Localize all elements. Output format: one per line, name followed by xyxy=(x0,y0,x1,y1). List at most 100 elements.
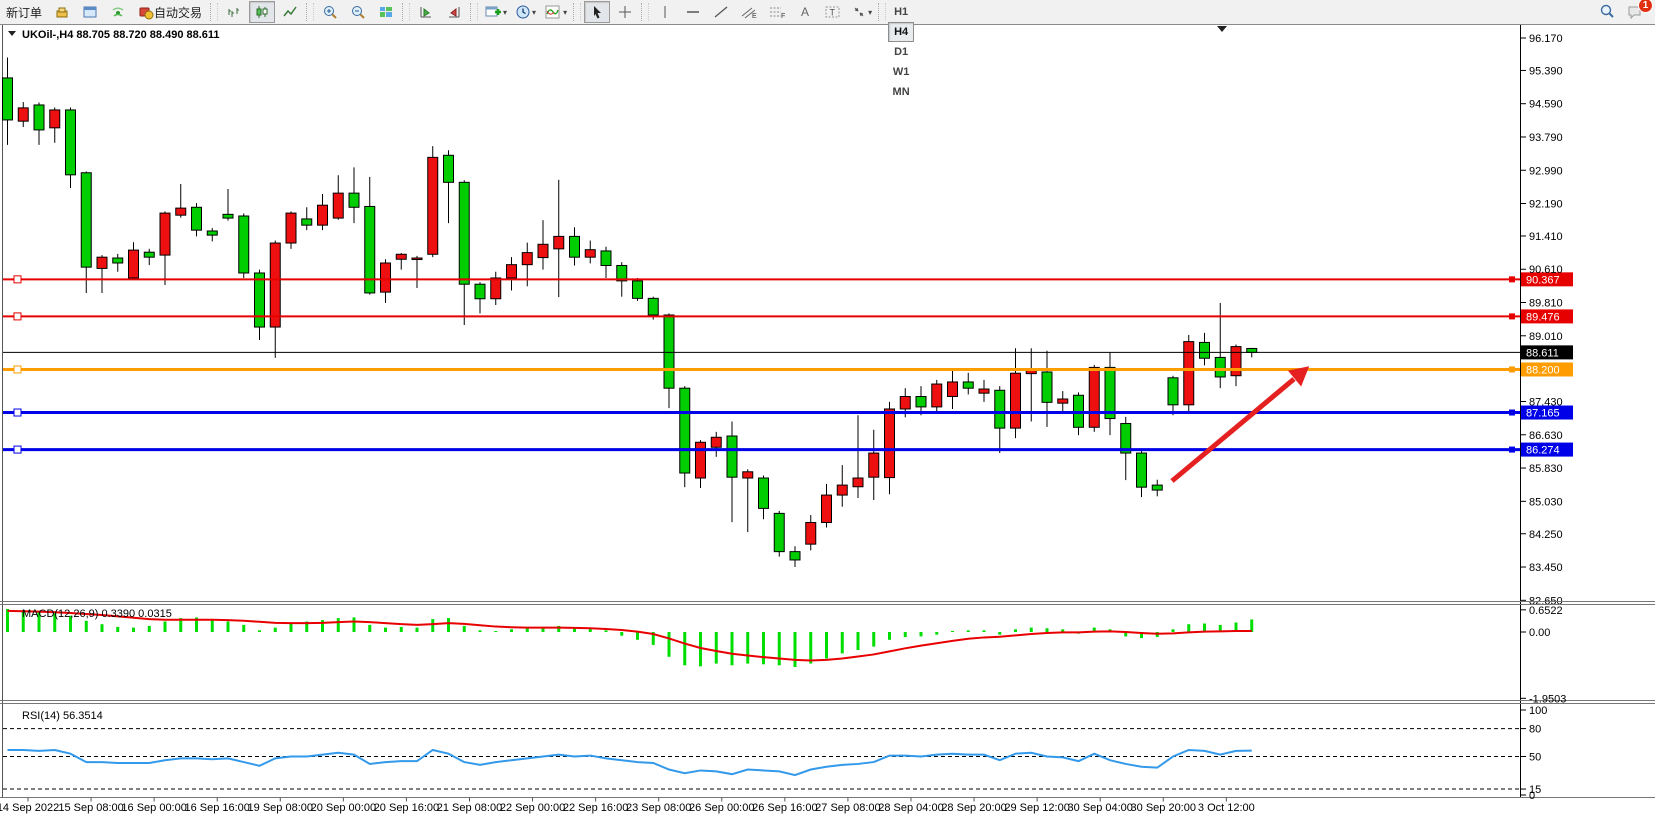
timeframe-h4[interactable]: H4 xyxy=(888,22,914,42)
candle-75 xyxy=(1184,342,1194,405)
macd-label: MACD(12,26,9) 0.3390 0.0315 xyxy=(22,608,172,620)
y-tick-label: 89.010 xyxy=(1529,331,1563,343)
candle-25 xyxy=(396,254,406,259)
price-tag-label: 88.611 xyxy=(1526,347,1559,359)
candle-33 xyxy=(522,253,532,265)
svg-text:A: A xyxy=(801,5,809,19)
candle-69 xyxy=(1089,367,1099,427)
rsi-tick-label: 100 xyxy=(1529,705,1547,717)
timeframe-group: M1M5M15M30H1H4D1W1MN xyxy=(888,0,914,102)
x-tick-label: 19 Sep 08:00 xyxy=(248,802,313,814)
chat-icon[interactable]: 1 xyxy=(1622,1,1648,23)
x-tick-label: 27 Sep 08:00 xyxy=(815,802,880,814)
notification-badge[interactable]: 1 xyxy=(1638,0,1653,13)
market-watch-icon[interactable] xyxy=(49,1,75,23)
toolbar-separator xyxy=(641,3,649,21)
candle-2 xyxy=(34,105,44,130)
line-handle[interactable] xyxy=(14,446,21,453)
candle-78 xyxy=(1231,347,1241,376)
crosshair-icon[interactable] xyxy=(612,1,638,23)
fibonacci-icon[interactable]: F xyxy=(764,1,790,23)
text-icon[interactable]: A xyxy=(792,1,818,23)
x-tick-label: 22 Sep 16:00 xyxy=(563,802,628,814)
candle-41 xyxy=(648,298,658,315)
line-handle[interactable] xyxy=(14,313,21,320)
chart-shift-icon[interactable] xyxy=(413,1,439,23)
rsi-label: RSI(14) 56.3514 xyxy=(22,710,103,722)
line-chart-type-icon[interactable] xyxy=(277,1,303,23)
timeframe-d1[interactable]: D1 xyxy=(888,42,914,62)
y-tick-label: 93.790 xyxy=(1529,132,1563,144)
candle-72 xyxy=(1137,453,1147,487)
horizontal-line-icon[interactable] xyxy=(680,1,706,23)
x-tick-label: 15 Sep 08:00 xyxy=(58,802,123,814)
candle-52 xyxy=(822,495,832,522)
signal-icon[interactable] xyxy=(105,1,131,23)
chart-autoscroll-icon[interactable] xyxy=(441,1,467,23)
candle-27 xyxy=(428,157,438,254)
vertical-line-icon[interactable] xyxy=(652,1,678,23)
y-tick-label: 85.830 xyxy=(1529,463,1563,475)
timeframe-mn[interactable]: MN xyxy=(888,82,914,102)
search-icon[interactable] xyxy=(1594,1,1620,23)
toolbar-separator xyxy=(210,3,218,21)
tile-windows-icon[interactable] xyxy=(373,1,399,23)
timeframe-w1[interactable]: W1 xyxy=(888,62,914,82)
line-end-marker xyxy=(1509,366,1515,372)
line-end-marker xyxy=(1509,313,1515,319)
candle-56 xyxy=(885,409,895,478)
candle-7 xyxy=(113,258,123,263)
candle-chart-type-icon[interactable] xyxy=(249,1,275,23)
candle-18 xyxy=(286,213,296,243)
candle-26 xyxy=(412,258,422,260)
line-handle[interactable] xyxy=(14,276,21,283)
period-clock-icon[interactable]: ▾ xyxy=(512,1,539,23)
candle-24 xyxy=(381,263,391,292)
candle-20 xyxy=(318,205,328,225)
auto-trading-label: 自动交易 xyxy=(154,4,202,21)
price-tag-label: 87.165 xyxy=(1526,408,1560,420)
terminal-window-icon[interactable] xyxy=(77,1,103,23)
candle-59 xyxy=(932,384,942,407)
candle-19 xyxy=(302,219,312,225)
chart-canvas[interactable]: 90.36789.47688.61188.20087.16586.27496.1… xyxy=(0,0,1655,825)
new-order-button[interactable]: 新订单 xyxy=(1,1,47,23)
line-handle[interactable] xyxy=(14,366,21,373)
chevron-down-icon: ▾ xyxy=(868,8,872,17)
main-toolbar: 新订单 自动交易 xyxy=(0,0,1655,25)
indicator-list-icon[interactable]: ▾ xyxy=(541,1,570,23)
timeframe-h1[interactable]: H1 xyxy=(888,2,914,22)
candle-28 xyxy=(444,155,454,182)
zoom-out-icon[interactable] xyxy=(345,1,371,23)
candle-57 xyxy=(900,397,910,409)
arrow-objects-icon[interactable]: ▾ xyxy=(848,1,875,23)
x-tick-label: 16 Sep 00:00 xyxy=(121,802,186,814)
text-label-icon[interactable]: T xyxy=(820,1,846,23)
trendline-icon[interactable] xyxy=(708,1,734,23)
candle-1 xyxy=(18,108,28,121)
zoom-in-icon[interactable] xyxy=(317,1,343,23)
candle-9 xyxy=(144,252,154,257)
x-tick-label: 3 Oct 12:00 xyxy=(1198,802,1255,814)
candle-58 xyxy=(916,397,926,407)
auto-trading-button[interactable]: 自动交易 xyxy=(133,1,207,23)
y-tick-label: 84.250 xyxy=(1529,529,1563,541)
y-tick-label: 91.410 xyxy=(1529,231,1563,243)
new-chart-icon[interactable]: ▾ xyxy=(481,1,510,23)
chevron-down-icon: ▾ xyxy=(503,8,507,17)
line-handle[interactable] xyxy=(14,409,21,416)
equidistant-channel-icon[interactable]: E xyxy=(736,1,762,23)
toolbar-separator xyxy=(306,3,314,21)
price-tag-label: 88.200 xyxy=(1526,364,1560,376)
cursor-icon[interactable] xyxy=(584,1,610,23)
candle-15 xyxy=(239,216,249,273)
candle-4 xyxy=(66,110,76,175)
x-tick-label: 14 Sep 2022 xyxy=(0,802,59,814)
bar-chart-type-icon[interactable] xyxy=(221,1,247,23)
candle-70 xyxy=(1105,367,1115,418)
candle-6 xyxy=(97,257,107,268)
candle-31 xyxy=(491,278,501,299)
candle-36 xyxy=(570,236,580,257)
candle-66 xyxy=(1042,372,1052,402)
rsi-tick-label: 50 xyxy=(1529,752,1541,764)
